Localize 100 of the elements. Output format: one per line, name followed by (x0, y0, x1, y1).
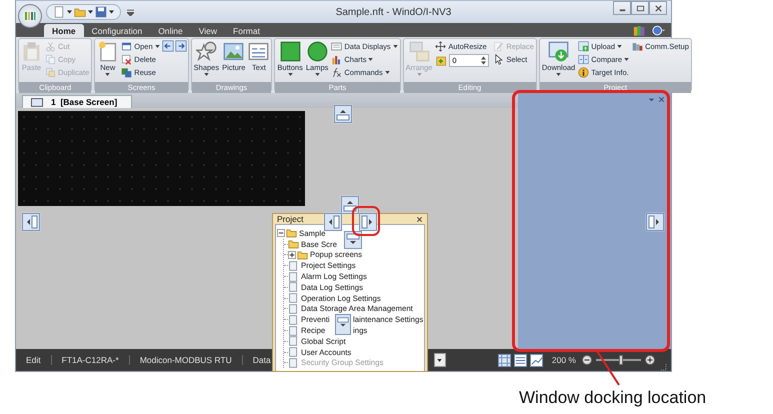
document-icon (97, 41, 118, 62)
dock-bottom-icon (344, 231, 362, 249)
display-icon (331, 41, 342, 52)
collapse-icon[interactable] (277, 229, 285, 238)
network-icon (632, 41, 644, 52)
download-icon (548, 41, 570, 62)
caret-icon (288, 73, 293, 76)
ribbon-tab[interactable]: Format (225, 24, 268, 37)
caret-icon[interactable] (88, 10, 93, 14)
bar-chart-icon (331, 54, 342, 65)
resize-grip-icon[interactable] (659, 363, 667, 371)
caret-icon (392, 45, 398, 48)
document-icon (288, 314, 299, 325)
restore-icon (636, 4, 644, 12)
compare-icon (578, 54, 590, 65)
close-icon (654, 4, 662, 12)
dock-right-icon (646, 213, 664, 231)
spinner-arrows-icon (481, 56, 486, 64)
expand-icon[interactable] (288, 250, 296, 259)
dock-top-icon (334, 105, 352, 123)
caret-icon (154, 45, 160, 48)
arrow-right-icon (174, 40, 187, 52)
maximize-button[interactable] (631, 1, 649, 15)
caret-icon (437, 358, 442, 362)
ribbon-tab[interactable]: Home (44, 24, 84, 37)
chart-icon[interactable] (530, 354, 543, 366)
table-icon[interactable] (514, 354, 527, 366)
caret-icon (204, 73, 209, 76)
arrow-left-icon (162, 40, 174, 52)
close-button[interactable] (649, 1, 667, 15)
minimize-button[interactable] (613, 1, 631, 15)
document-tab[interactable]: 1 [Base Screen] (22, 95, 132, 108)
status-text: Modicon-MODBUS RTU (130, 355, 243, 365)
clipboard-icon (21, 41, 42, 62)
document-icon (288, 282, 299, 292)
caret-icon (556, 73, 562, 76)
books-icon[interactable] (633, 24, 647, 36)
caret-icon (314, 73, 320, 76)
icon-button[interactable] (162, 40, 174, 54)
highlight-ring (352, 206, 380, 236)
window-icon (121, 41, 132, 52)
callout-text: Window docking location (519, 388, 706, 408)
dropdown-field[interactable] (434, 353, 446, 367)
picture-icon (223, 41, 244, 62)
zoom-out-icon[interactable] (582, 355, 592, 365)
ribbon-tab[interactable]: Configuration (84, 24, 150, 37)
customize-icon[interactable] (127, 8, 134, 16)
squares-icon (121, 67, 132, 78)
pencil-icon (493, 41, 504, 52)
dock-bottom-icon (335, 314, 351, 335)
status-text: Edit (16, 355, 52, 365)
document-icon (288, 336, 299, 346)
caret-icon (416, 73, 422, 76)
status-text: FT1A-C12RA-* (52, 355, 130, 365)
window-title: Sample.nft - WindO/I-NV3 (334, 6, 452, 18)
layer-icon (436, 54, 448, 66)
resize-icon (435, 41, 446, 52)
dock-left-icon (22, 213, 40, 231)
text-frame-icon (248, 41, 270, 62)
close-icon[interactable] (658, 96, 665, 103)
leader-line (596, 350, 620, 386)
caret-icon (105, 73, 110, 76)
caret-icon (368, 58, 374, 61)
caret-icon (384, 71, 390, 74)
scissors-icon (45, 41, 56, 52)
zoom-in-icon[interactable] (645, 355, 655, 365)
info-icon (578, 67, 590, 78)
document-icon (288, 304, 299, 314)
folder-icon (288, 239, 299, 250)
help-icon[interactable] (652, 24, 666, 36)
caret-icon[interactable] (67, 10, 72, 14)
grid-icon[interactable] (498, 354, 511, 366)
caret-icon (624, 58, 630, 61)
folder-icon (297, 250, 308, 260)
document-icon (288, 358, 299, 368)
lamp-icon (306, 41, 328, 62)
dock-top-icon (341, 196, 359, 214)
pages-icon (45, 67, 56, 78)
document-icon (288, 347, 299, 358)
caret-icon[interactable] (109, 10, 114, 14)
save-icon[interactable] (95, 6, 107, 18)
dropdown-icon[interactable] (648, 96, 655, 103)
upload-icon (578, 41, 590, 52)
square-icon (280, 41, 301, 62)
function-icon (331, 67, 342, 78)
panel-title: Project (277, 214, 304, 224)
ribbon-tab[interactable]: View (190, 24, 226, 37)
ribbon-tab[interactable]: Online (150, 24, 191, 37)
document-icon (288, 272, 299, 282)
caret-icon (617, 45, 622, 48)
shapes-icon (196, 41, 217, 62)
folder-icon (286, 228, 297, 238)
close-icon[interactable] (416, 216, 423, 222)
screen-icon (31, 98, 43, 106)
document-icon (288, 260, 299, 271)
icon-button[interactable] (174, 40, 187, 54)
slider-thumb[interactable] (618, 355, 623, 365)
cursor-icon (493, 54, 504, 65)
zoom-level: 200 % (552, 355, 576, 365)
bars-icon (23, 9, 37, 23)
